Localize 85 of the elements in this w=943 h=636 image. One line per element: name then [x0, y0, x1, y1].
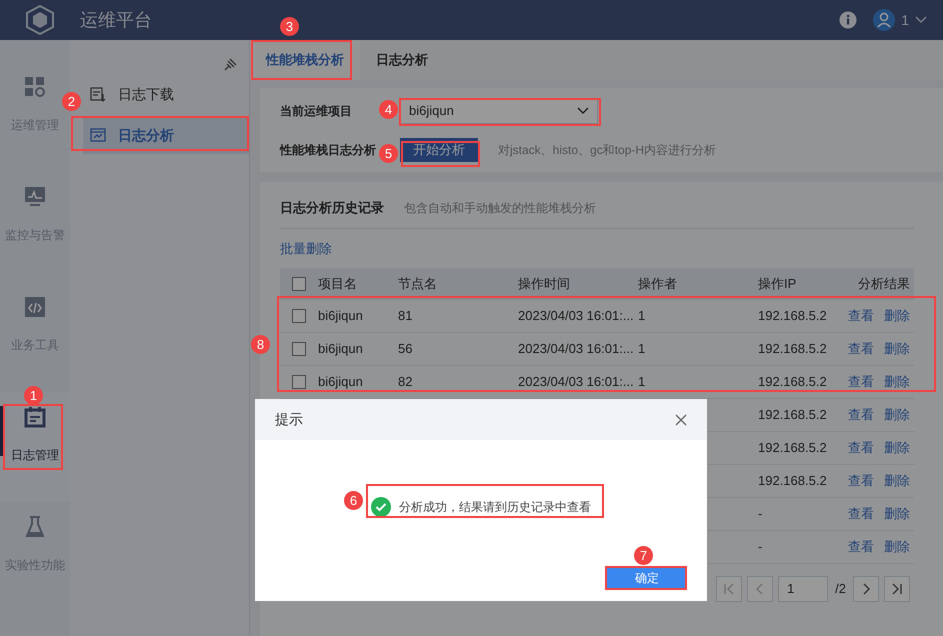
- delete-link[interactable]: 删除: [884, 471, 910, 491]
- success-check-icon: [371, 497, 391, 517]
- table-cell: bi6jiqun: [318, 374, 363, 390]
- monitor-icon: [24, 186, 46, 208]
- close-icon[interactable]: [675, 414, 687, 426]
- grid-gear-icon: [24, 76, 46, 98]
- column-header: 操作IP: [758, 275, 798, 294]
- app-title: 运维平台: [80, 8, 152, 32]
- delete-link[interactable]: 删除: [884, 537, 910, 557]
- table-cell: 2023/04/03 16:01:...: [518, 374, 634, 390]
- view-link[interactable]: 查看: [848, 306, 874, 326]
- view-link[interactable]: 查看: [848, 537, 874, 557]
- column-header: 操作者: [638, 275, 678, 294]
- user-avatar-icon: [873, 9, 896, 31]
- table-cell: 56: [398, 341, 412, 356]
- delete-link[interactable]: 删除: [884, 504, 910, 524]
- table-cell: bi6jiqun: [318, 308, 363, 324]
- column-header: 分析结果: [857, 275, 910, 294]
- checkbox[interactable]: [292, 277, 306, 291]
- field-label: 性能堆栈日志分析: [280, 143, 376, 158]
- sub-nav-item[interactable]: 日志下载: [83, 75, 249, 113]
- table-cell: 2023/04/03 16:01:...: [518, 341, 634, 356]
- delete-link[interactable]: 删除: [884, 339, 910, 359]
- column-header: 项目名: [318, 275, 358, 294]
- dialog-title: 提示: [275, 410, 303, 429]
- chevron-down-icon: [577, 107, 589, 115]
- dialog-message: 分析成功，结果请到历史记录中查看: [399, 499, 591, 516]
- last-page-button[interactable]: [884, 576, 910, 602]
- first-page-icon: [723, 583, 736, 595]
- document-download-icon: [90, 86, 106, 102]
- table-cell: 192.168.5.2: [758, 341, 827, 356]
- table-cell: bi6jiqun: [318, 341, 363, 356]
- chart-calendar-icon: [90, 127, 106, 143]
- calendar-icon: [24, 406, 46, 428]
- table-cell: 82: [398, 374, 412, 390]
- checkbox[interactable]: [292, 375, 306, 389]
- highlight-frame: [3, 404, 63, 470]
- table-cell: 192.168.5.2: [758, 308, 827, 324]
- section-title: 日志分析历史记录: [280, 199, 384, 217]
- view-link[interactable]: 查看: [848, 471, 874, 491]
- last-page-icon: [891, 583, 903, 595]
- batch-delete-link[interactable]: 批量删除: [280, 240, 332, 256]
- checkbox[interactable]: [292, 309, 306, 323]
- view-link[interactable]: 查看: [848, 504, 874, 524]
- view-link[interactable]: 查看: [848, 438, 874, 458]
- project-select[interactable]: bi6jiqun: [400, 98, 598, 124]
- delete-link[interactable]: 删除: [884, 405, 910, 425]
- previous-page-button[interactable]: [747, 576, 774, 602]
- table-cell: 192.168.5.2: [758, 374, 827, 390]
- column-header: 操作时间: [518, 275, 571, 294]
- table-cell: 192.168.5.2: [758, 407, 827, 422]
- view-link[interactable]: 查看: [848, 405, 874, 425]
- page-input[interactable]: 1: [778, 576, 828, 602]
- user-name: 1: [901, 10, 909, 30]
- view-link[interactable]: 查看: [848, 339, 874, 359]
- table-cell: -: [758, 539, 762, 554]
- start-analysis-button[interactable]: 开始分析: [400, 138, 478, 162]
- table-cell: 192.168.5.2: [758, 440, 827, 456]
- page-total: /2: [835, 580, 846, 598]
- cube-logo-icon: [26, 5, 54, 35]
- code-window-icon: [24, 296, 46, 318]
- field-label: 当前运维项目: [280, 104, 352, 118]
- table-cell: -: [758, 506, 762, 522]
- column-header: 节点名: [398, 275, 438, 294]
- table-cell: 81: [398, 308, 412, 324]
- pin-icon[interactable]: [223, 58, 237, 72]
- table-cell: 1: [638, 308, 646, 324]
- table-cell: 2023/04/03 16:01:...: [518, 308, 634, 324]
- tab[interactable]: 日志分析: [360, 40, 444, 80]
- delete-link[interactable]: 删除: [884, 306, 910, 326]
- delete-link[interactable]: 删除: [884, 438, 910, 458]
- info-icon[interactable]: [839, 11, 858, 29]
- table-cell: 192.168.5.2: [758, 473, 827, 488]
- user-menu[interactable]: 1: [873, 9, 927, 31]
- next-page-button[interactable]: [853, 576, 879, 602]
- checkbox[interactable]: [292, 342, 306, 356]
- table-cell: 1: [638, 341, 646, 356]
- delete-link[interactable]: 删除: [884, 372, 910, 392]
- hint-text: 对jstack、histo、gc和top-H内容进行分析: [498, 142, 716, 159]
- chevron-down-icon: [915, 16, 927, 24]
- flask-icon: [25, 516, 45, 538]
- table-cell: 1: [638, 374, 646, 390]
- section-subtitle: 包含自动和手动触发的性能堆栈分析: [404, 200, 596, 217]
- first-page-button[interactable]: [716, 576, 742, 602]
- view-link[interactable]: 查看: [848, 372, 874, 392]
